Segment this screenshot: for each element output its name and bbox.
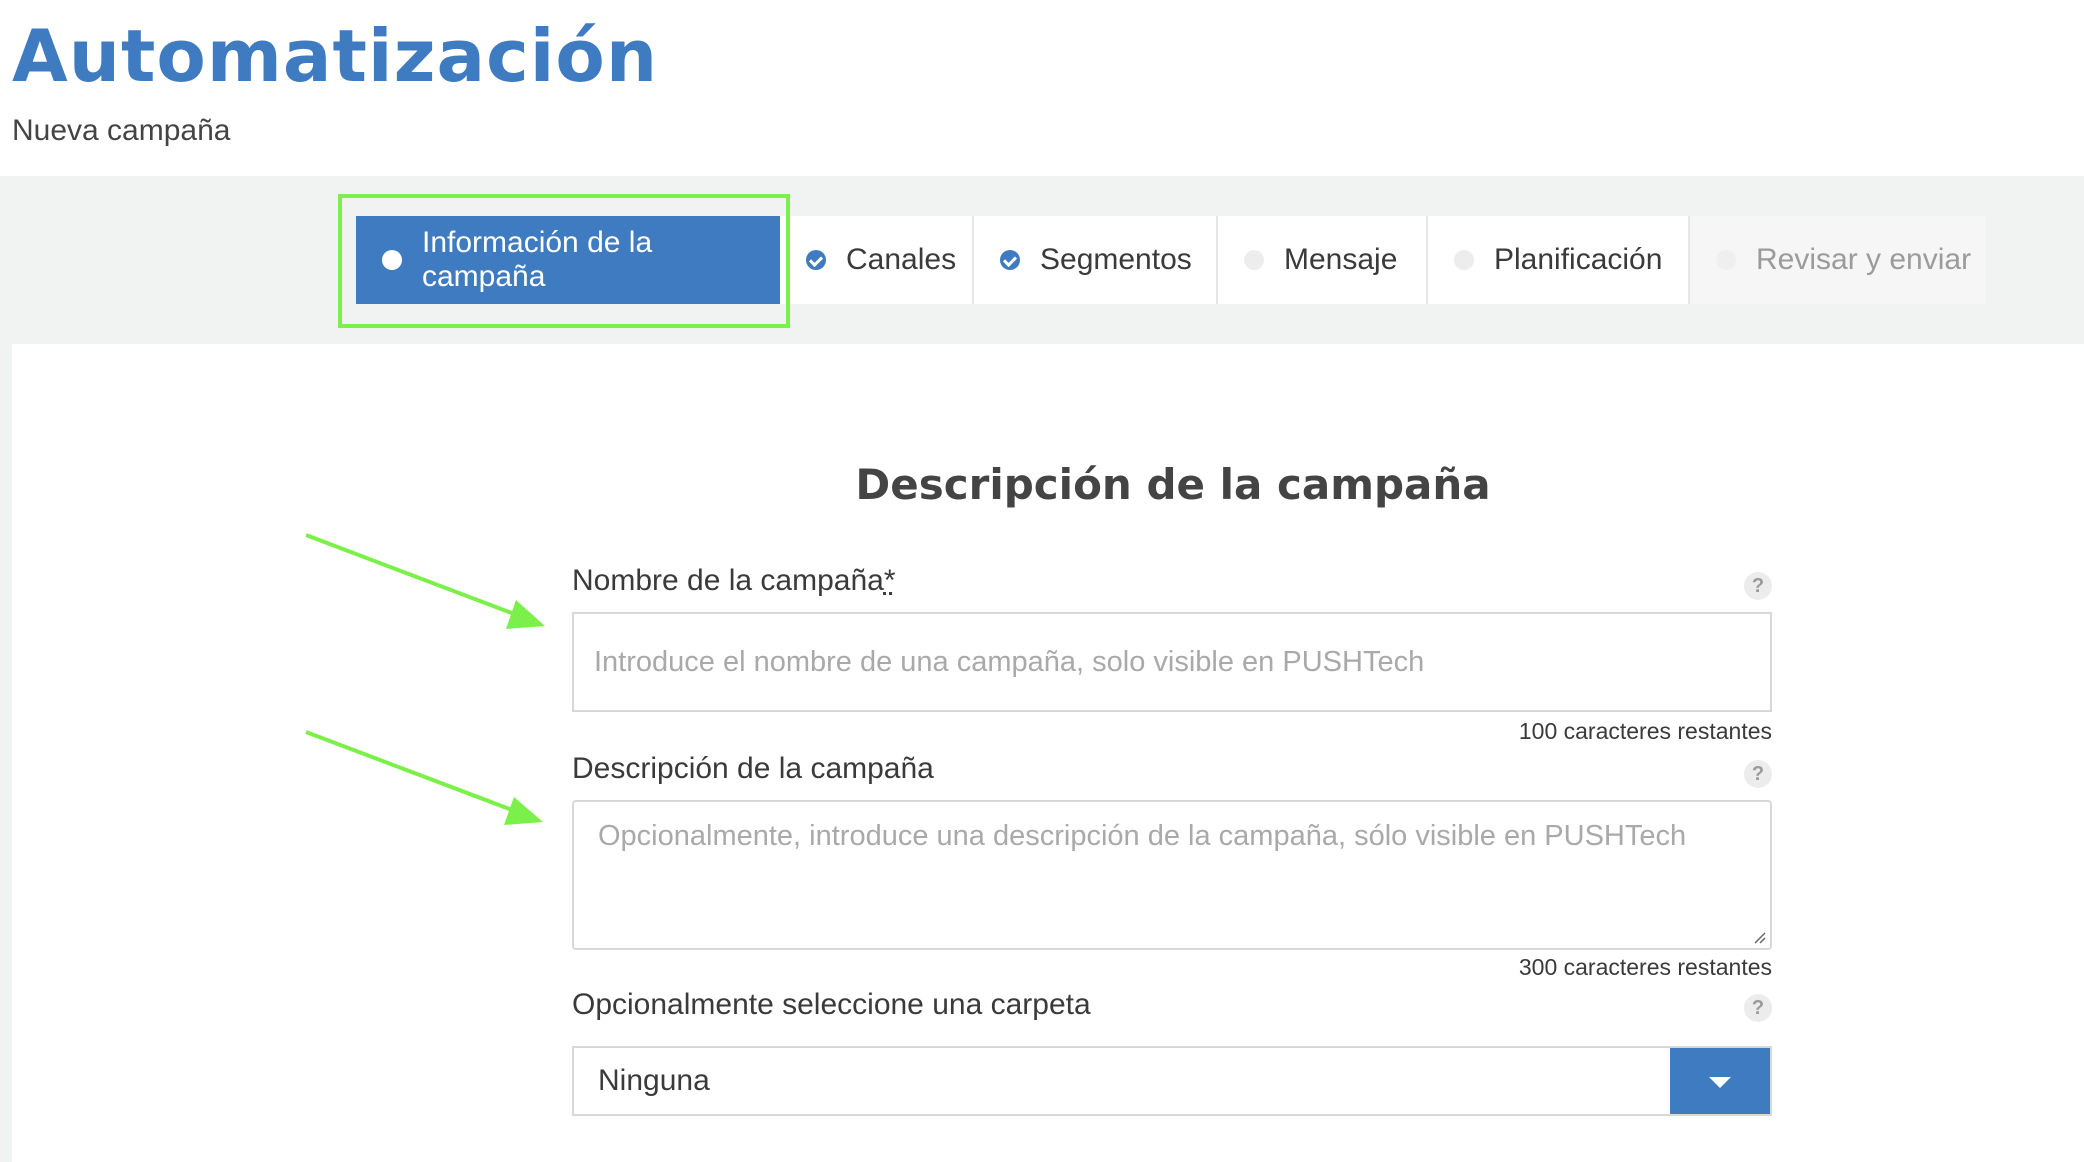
step-label: Segmentos — [1040, 243, 1192, 276]
campaign-description-counter: 300 caracteres restantes — [1518, 954, 1772, 980]
step-review-send: Revisar y enviar — [1690, 216, 1986, 304]
folder-select[interactable]: Ninguna — [572, 1046, 1772, 1116]
step-label: Canales — [846, 243, 957, 276]
campaign-description-placeholder: Opcionalmente, introduce una descripción… — [598, 820, 1687, 852]
campaign-name-label: Nombre de la campaña* — [572, 564, 896, 598]
campaign-name-label-text: Nombre de la campaña — [572, 564, 884, 597]
help-icon[interactable]: ? — [1744, 994, 1772, 1022]
page-header: Automatización Nueva campaña — [0, 0, 2084, 176]
campaign-name-counter: 100 caracteres restantes — [1518, 718, 1772, 744]
page-subtitle: Nueva campaña — [12, 114, 231, 147]
step-scheduling[interactable]: Planificación — [1428, 216, 1690, 304]
help-icon[interactable]: ? — [1744, 760, 1772, 788]
pending-dot-icon — [1244, 250, 1264, 270]
check-circle-icon — [1000, 250, 1020, 270]
resize-handle-icon[interactable] — [1752, 930, 1766, 944]
disabled-dot-icon — [1716, 250, 1736, 270]
campaign-name-placeholder: Introduce el nombre de una campaña, solo… — [594, 645, 1425, 678]
step-message[interactable]: Mensaje — [1218, 216, 1428, 304]
annotation-highlight-box — [338, 194, 790, 328]
folder-label: Opcionalmente seleccione una carpeta — [572, 988, 1091, 1021]
pending-dot-icon — [1454, 250, 1474, 270]
campaign-description-label: Descripción de la campaña — [572, 752, 934, 785]
step-label: Planificación — [1494, 243, 1663, 276]
step-segments[interactable]: Segmentos — [974, 216, 1218, 304]
folder-selected-value: Ninguna — [598, 1064, 710, 1097]
step-label: Revisar y enviar — [1756, 243, 1972, 276]
step-channels[interactable]: Canales — [780, 216, 974, 304]
section-title: Descripción de la campaña — [855, 460, 1491, 509]
caret-down-icon — [1709, 1077, 1731, 1088]
help-icon[interactable]: ? — [1744, 572, 1772, 600]
required-mark: * — [883, 564, 896, 597]
step-label: Mensaje — [1284, 243, 1398, 276]
campaign-name-input[interactable]: Introduce el nombre de una campaña, solo… — [572, 612, 1772, 712]
campaign-description-textarea[interactable]: Opcionalmente, introduce una descripción… — [572, 800, 1772, 950]
app-title: Automatización — [12, 14, 659, 98]
check-circle-icon — [806, 250, 826, 270]
dropdown-toggle-button[interactable] — [1670, 1048, 1770, 1114]
